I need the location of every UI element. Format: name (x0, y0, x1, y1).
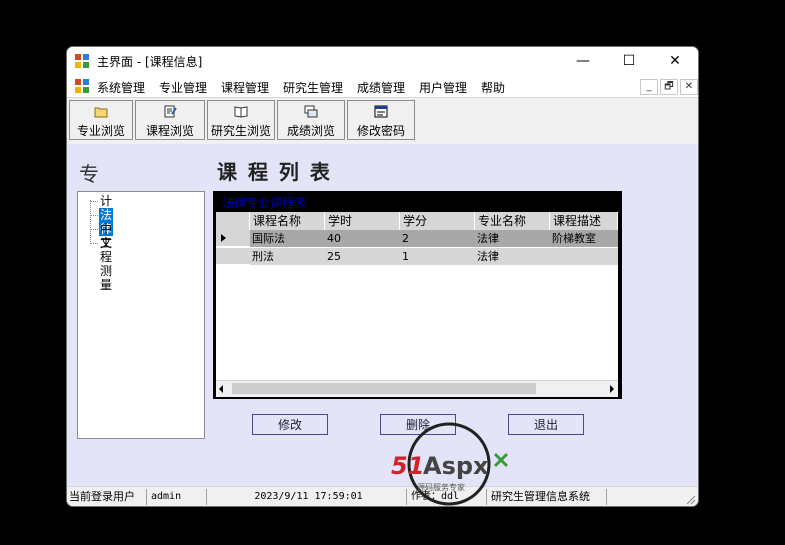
major-side-label: 专 (79, 162, 99, 186)
cell-hours[interactable]: 40 (325, 230, 400, 247)
menu-graduate[interactable]: 研究生管理 (283, 79, 343, 96)
toolbar-course-browse-button[interactable]: 课程浏览 (135, 100, 205, 140)
toolbar-change-password-label: 修改密码 (356, 124, 405, 138)
menu-help[interactable]: 帮助 (481, 79, 505, 96)
toolbar: 专业浏览 课程浏览 研究生浏览 成绩浏览 修改密码 (67, 97, 698, 145)
client-area: 专 课 程 列 表 计算机 法律 中文 工程测量 法律专业课程表 (67, 144, 698, 486)
title-bar[interactable]: 主界面 - [课程信息] — ☐ ✕ (67, 47, 698, 75)
window-title: 主界面 - [课程信息] (97, 55, 203, 69)
cell-course-name[interactable]: 国际法 (250, 230, 325, 247)
status-bar: 当前登录用户 admin 2023/9/11 17:59:01 作者：ddl 研… (67, 486, 698, 506)
svg-text:51: 51 (391, 452, 424, 480)
cell-course-name[interactable]: 刑法 (250, 248, 325, 265)
row-selector[interactable] (216, 248, 250, 265)
folder-icon (94, 107, 108, 118)
column-header-course-name[interactable]: 课程名称 (250, 212, 325, 230)
cell-major[interactable]: 法律 (475, 230, 550, 247)
child-restore-button[interactable]: 🗗 (660, 79, 678, 95)
form-icon (374, 105, 388, 118)
column-header-credits[interactable]: 学分 (400, 212, 475, 230)
cell-hours[interactable]: 25 (325, 248, 400, 265)
cell-description[interactable]: 阶梯教室 (550, 230, 618, 247)
tree-item-label: 工程测量 (100, 236, 113, 292)
svg-text:Aspx: Aspx (423, 452, 489, 480)
windows-icon (304, 105, 318, 118)
page-title: 课 程 列 表 (217, 160, 332, 184)
row-selector[interactable] (216, 230, 250, 247)
resize-grip-icon[interactable] (686, 495, 696, 505)
current-row-icon (221, 234, 226, 242)
menu-course[interactable]: 课程管理 (221, 79, 269, 96)
scroll-left-icon[interactable] (219, 385, 223, 393)
main-window: 主界面 - [课程信息] — ☐ ✕ 系统管理 专业管理 课程管理 研究生管理 … (66, 46, 699, 507)
toolbar-grades-browse-button[interactable]: 成绩浏览 (277, 100, 345, 140)
column-header-hours[interactable]: 学时 (325, 212, 400, 230)
edit-button[interactable]: 修改 (252, 414, 328, 435)
menu-users[interactable]: 用户管理 (419, 79, 467, 96)
toolbar-major-browse-label: 专业浏览 (76, 124, 125, 138)
grid-body: 课程名称 学时 学分 专业名称 课程描述 国际法 40 2 法律 阶梯教室 刑法… (216, 212, 618, 397)
status-datetime: 2023/9/11 17:59:01 (209, 489, 407, 505)
toolbar-grades-browse-label: 成绩浏览 (286, 124, 335, 138)
toolbar-course-browse-label: 课程浏览 (145, 124, 194, 138)
scroll-right-icon[interactable] (610, 385, 614, 393)
cell-credits[interactable]: 2 (400, 230, 475, 247)
book-icon (234, 106, 248, 118)
minimize-button[interactable]: — (560, 47, 606, 75)
child-close-button[interactable]: ✕ (680, 79, 698, 95)
grid-corner (216, 212, 250, 230)
scrollbar-thumb[interactable] (232, 383, 536, 394)
status-user: admin (149, 489, 207, 505)
menu-system[interactable]: 系统管理 (97, 79, 145, 96)
column-header-description[interactable]: 课程描述 (550, 212, 618, 230)
cell-major[interactable]: 法律 (475, 248, 550, 265)
menu-bar: 系统管理 专业管理 课程管理 研究生管理 成绩管理 用户管理 帮助 _ 🗗 ✕ (67, 75, 698, 97)
status-user-label: 当前登录用户 (67, 489, 147, 505)
toolbar-change-password-button[interactable]: 修改密码 (347, 100, 415, 140)
column-header-major[interactable]: 专业名称 (475, 212, 550, 230)
grid-caption: 法律专业课程表 (222, 196, 307, 210)
major-tree[interactable]: 计算机 法律 中文 工程测量 (77, 191, 205, 439)
cell-credits[interactable]: 1 (400, 248, 475, 265)
toolbar-graduate-browse-button[interactable]: 研究生浏览 (207, 100, 275, 140)
menu-grades[interactable]: 成绩管理 (357, 79, 405, 96)
watermark-logo: 51 Aspx 源码服务专家 (391, 422, 509, 506)
cell-description[interactable] (550, 248, 618, 265)
close-button[interactable]: ✕ (652, 47, 698, 75)
child-window-icon[interactable] (75, 79, 89, 93)
app-icon (75, 54, 89, 68)
svg-text:源码服务专家: 源码服务专家 (417, 482, 465, 492)
child-minimize-button[interactable]: _ (640, 79, 658, 95)
toolbar-major-browse-button[interactable]: 专业浏览 (69, 100, 133, 140)
menu-major[interactable]: 专业管理 (159, 79, 207, 96)
maximize-button[interactable]: ☐ (606, 47, 652, 75)
exit-button[interactable]: 退出 (508, 414, 584, 435)
horizontal-scrollbar[interactable] (216, 380, 618, 397)
tree-connector (90, 200, 91, 242)
edit-document-icon (164, 105, 177, 118)
toolbar-graduate-browse-label: 研究生浏览 (210, 124, 271, 138)
course-grid[interactable]: 法律专业课程表 课程名称 学时 学分 专业名称 课程描述 国际法 40 2 法律… (213, 191, 622, 399)
